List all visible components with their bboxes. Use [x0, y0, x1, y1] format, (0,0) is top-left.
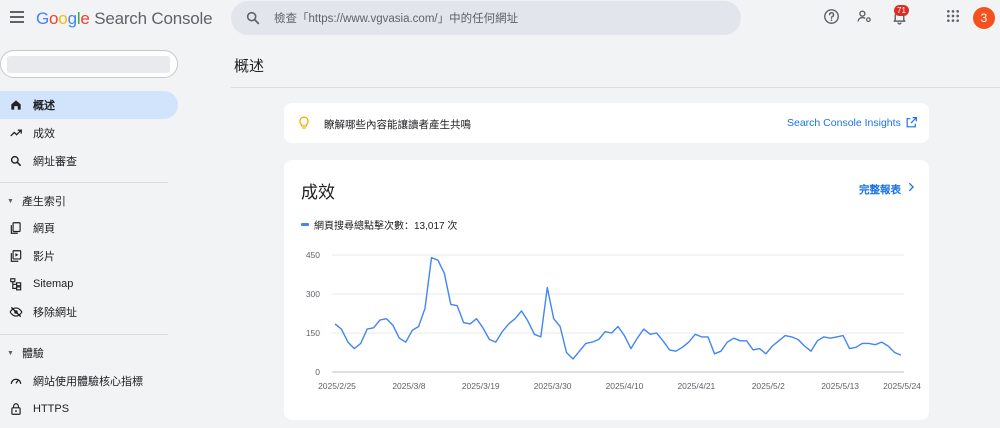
sidebar-item-label: 網址審查	[33, 156, 77, 168]
x-tick-label: 2025/3/30	[534, 381, 572, 391]
caret-down-icon: ▼	[7, 197, 14, 205]
full-report-link[interactable]: 完整報表	[859, 182, 901, 197]
sidebar-section-experience[interactable]: ▼ 體驗	[0, 343, 44, 363]
x-tick-label: 2025/4/10	[606, 381, 644, 391]
trending-up-icon	[10, 129, 22, 137]
sidebar-item-label: HTTPS	[33, 403, 70, 415]
chart-legend: 網頁搜尋總點擊次數：13,017 次	[301, 217, 457, 232]
sidebar-item-label: 移除網址	[33, 307, 77, 319]
video-icon	[10, 250, 22, 262]
x-tick-label: 2025/5/13	[821, 381, 859, 391]
performance-title: 成效	[301, 183, 335, 202]
sidebar-item-overview[interactable]: 概述	[0, 91, 178, 119]
header-divider	[231, 87, 1000, 88]
main-menu-icon[interactable]	[8, 8, 26, 26]
x-tick-label: 2025/3/8	[392, 381, 425, 391]
sidebar-item-videos[interactable]: 影片	[0, 242, 178, 270]
insights-message: 瞭解哪些內容能讓讀者產生共鳴	[324, 119, 471, 131]
sidebar-divider	[0, 182, 168, 183]
sidebar-item-core-web-vitals[interactable]: 網站使用體驗核心指標	[0, 367, 178, 395]
google-apps-icon[interactable]	[945, 8, 961, 24]
property-name-redacted	[7, 56, 170, 73]
performance-card: 成效 完整報表 網頁搜尋總點擊次數：13,017 次 0 150 300 450 202…	[284, 160, 929, 420]
sidebar-item-label: 成效	[33, 128, 55, 140]
clicks-line-chart: 0 150 300 450 2025/2/25 2025/3/8 2025/3/19 2025…	[306, 250, 921, 391]
x-tick-label: 2025/5/24	[883, 381, 921, 391]
sidebar-divider	[0, 334, 168, 335]
section-label: 產生索引	[21, 196, 66, 208]
search-icon	[10, 155, 22, 167]
eye-off-icon	[9, 306, 23, 318]
search-icon	[246, 11, 260, 25]
legend-label: 網頁搜尋總點擊次數：13,017 次	[314, 221, 458, 232]
speed-icon	[10, 378, 22, 385]
sidebar-item-pages[interactable]: 網頁	[0, 214, 178, 242]
sitemap-icon	[10, 278, 22, 291]
sidebar-item-label: 概述	[33, 100, 55, 112]
sidebar-item-performance[interactable]: 成效	[0, 119, 178, 147]
series-line-clicks	[334, 256, 902, 360]
notification-badge: 71	[894, 5, 909, 16]
property-selector[interactable]	[0, 50, 178, 78]
y-tick-label: 0	[315, 367, 320, 377]
x-tick-label: 2025/5/2	[752, 381, 785, 391]
x-tick-label: 2025/4/21	[677, 381, 715, 391]
url-inspection-search[interactable]: 檢查「https://www.vgvasia.com/」中的任何網址	[231, 1, 741, 35]
sidebar-section-indexing[interactable]: ▼ 產生索引	[0, 191, 66, 211]
x-tick-label: 2025/2/25	[318, 381, 356, 391]
insights-banner: 瞭解哪些內容能讓讀者產生共鳴 Search Console Insights	[284, 103, 929, 143]
sidebar-item-removals[interactable]: 移除網址	[0, 298, 178, 326]
caret-down-icon: ▼	[7, 349, 14, 357]
y-tick-label: 450	[306, 250, 320, 260]
home-icon	[11, 100, 21, 110]
sidebar-item-sitemaps[interactable]: Sitemap	[0, 270, 178, 298]
page-title: 概述	[234, 58, 265, 75]
top-app-bar: Google Search Console 檢查「https://www.vgv…	[0, 0, 1000, 36]
x-tick-label: 2025/3/19	[462, 381, 500, 391]
search-console-insights-link[interactable]: Search Console Insights	[787, 117, 901, 129]
sidebar-item-label: Sitemap	[33, 278, 74, 290]
sidebar: 概述 成效 網址審查 ▼ 產生索引 網頁 影片 Sitemap 移除網址 ▼ 體…	[0, 36, 190, 428]
open-in-new-icon[interactable]	[905, 116, 918, 129]
help-icon[interactable]	[823, 8, 840, 25]
google-search-console-logo[interactable]: Google Search Console	[36, 9, 213, 29]
sidebar-item-label: 網站使用體驗核心指標	[33, 376, 143, 388]
legend-swatch	[301, 223, 309, 226]
sidebar-item-label: 網頁	[33, 223, 55, 235]
chevron-right-icon[interactable]	[906, 181, 916, 193]
pages-icon	[10, 222, 21, 234]
sidebar-item-url-inspection[interactable]: 網址審查	[0, 147, 178, 175]
lock-icon	[11, 403, 21, 415]
sidebar-item-https[interactable]: HTTPS	[0, 395, 178, 423]
manage-users-icon[interactable]	[856, 8, 873, 25]
y-tick-label: 300	[306, 289, 320, 299]
section-label: 體驗	[21, 348, 44, 360]
lightbulb-icon	[299, 116, 309, 129]
search-placeholder: 檢查「https://www.vgvasia.com/」中的任何網址	[274, 13, 519, 25]
sidebar-item-label: 影片	[33, 251, 55, 263]
y-tick-label: 150	[306, 328, 320, 338]
account-avatar[interactable]: 3	[973, 7, 995, 29]
